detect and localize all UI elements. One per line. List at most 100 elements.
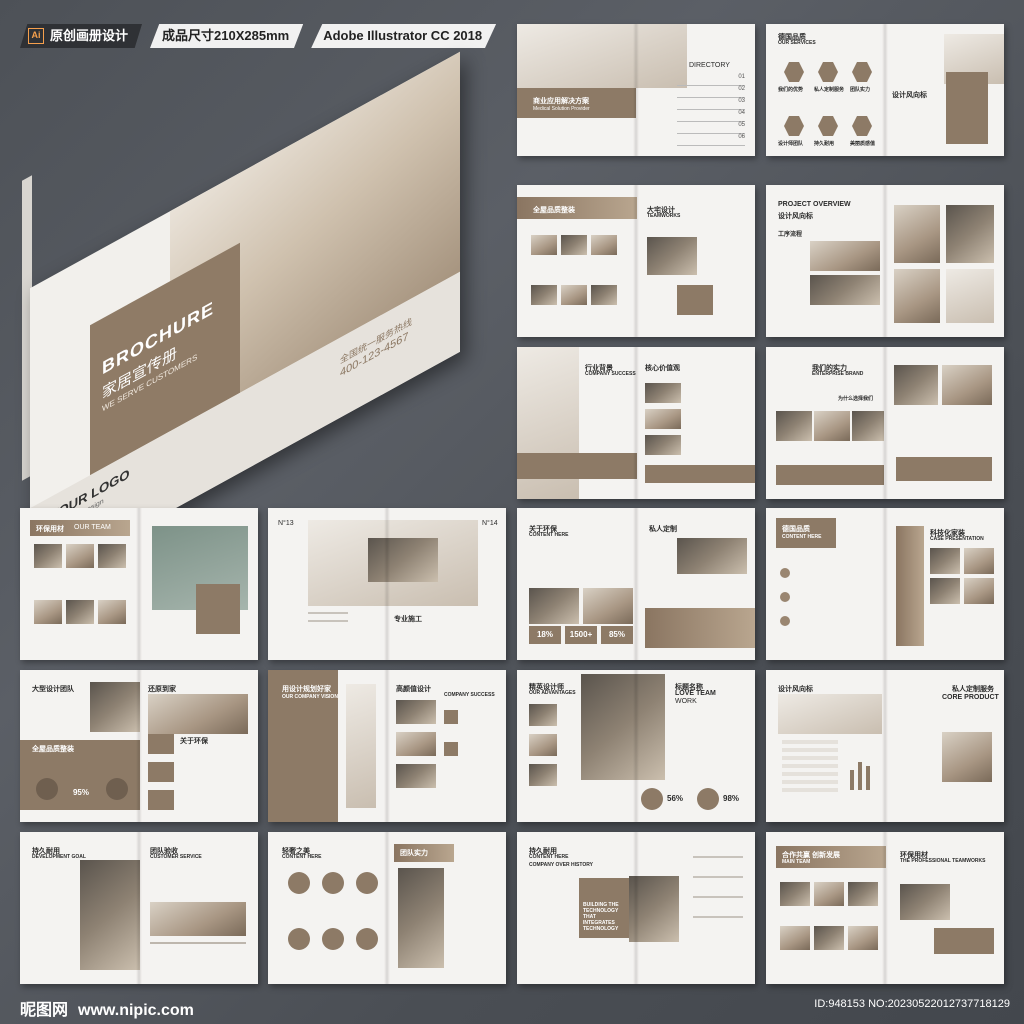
- spread-caption-en: Medical Solution Provider: [533, 106, 590, 112]
- thumb: [776, 411, 812, 441]
- text-line: [693, 856, 743, 858]
- spread-photo: [90, 682, 140, 732]
- icon-box: [444, 710, 458, 724]
- spread-photo: [148, 694, 248, 734]
- spread-project-overview: PROJECT OVERVIEW 设计风向标 工序流程: [766, 185, 1004, 337]
- spread-services: 德国品质 OUR SERVICES 我们的优势 私人定制服务 团队实力 设计师团…: [766, 24, 1004, 156]
- thumb: [964, 578, 994, 604]
- spread-heading-2: 设计风向标: [892, 92, 927, 99]
- circle-icon: [356, 928, 378, 950]
- illustrator-icon: Ai: [28, 28, 44, 44]
- circle-icon: [288, 872, 310, 894]
- spread-heading-en: COMPANY SUCCESS: [585, 371, 636, 377]
- hex-icon: [852, 116, 872, 136]
- directory-item: 05: [677, 122, 745, 134]
- thumb: [66, 600, 94, 624]
- thumb: [561, 235, 587, 255]
- directory-item: 03: [677, 98, 745, 110]
- thumb: [894, 365, 938, 405]
- thumb: [591, 235, 617, 255]
- hex-icon: [818, 116, 838, 136]
- spread-heading: 德国品质: [782, 526, 810, 533]
- spread-photo: [810, 241, 880, 271]
- thumb: [531, 235, 557, 255]
- spread-heading-en: OUR COMPANY VISION: [282, 694, 338, 700]
- spread-heading-2: 高颜值设计: [396, 686, 431, 693]
- stat-value: 56%: [667, 794, 684, 803]
- site-watermark: 昵图网 www.nipic.com: [20, 996, 194, 1020]
- spread-subheading: 为什么选择我们: [838, 396, 874, 402]
- thumb: [396, 764, 436, 788]
- thumb: [814, 411, 850, 441]
- spread-heading: 大型设计团队: [32, 686, 74, 693]
- bar: [858, 762, 862, 790]
- spread-heading-2-en: CORE PRODUCT: [942, 694, 999, 701]
- spread-directory: 商业应用解决方案 Medical Solution Provider DIREC…: [517, 24, 755, 156]
- spread-caption: 商业应用解决方案: [533, 98, 589, 105]
- spread-heading-en: OUR ADVANTAGES: [529, 690, 576, 696]
- bullet-icon: [780, 568, 790, 578]
- spread-brown-band: [896, 526, 924, 646]
- spread-caption: 专业施工: [394, 616, 422, 623]
- spread-photo: [517, 24, 687, 88]
- spread-heading: 设计风向标: [778, 686, 813, 693]
- stat-value: 1500+: [569, 630, 593, 639]
- image-id: ID:948153 NO:20230522012737718129: [814, 998, 1010, 1010]
- spread-heading: 环保用材: [36, 526, 64, 533]
- spread-brown-band: [645, 608, 755, 648]
- spread-photo: [894, 205, 940, 263]
- spread-strength: 我们的实力 ENTERPRISE BRAND 为什么选择我们: [766, 347, 1004, 499]
- circle-icon: [322, 928, 344, 950]
- directory-label: DIRECTORY: [689, 62, 730, 69]
- icon-label: 团队实力: [850, 87, 871, 93]
- site-url: www.nipic.com: [78, 1002, 194, 1019]
- spread-heading-en: OUR TEAM: [74, 524, 111, 531]
- spread-elite-designers: 精英设计师 OUR ADVANTAGES 标题名称 LOVE TEAM WORK…: [517, 670, 755, 822]
- spread-heading-2: 还原到家: [148, 686, 176, 693]
- thumb: [645, 435, 681, 455]
- spread-heading-4: 关于环保: [180, 738, 208, 745]
- data-table: [782, 740, 838, 792]
- spread-brown-band: [645, 465, 755, 483]
- directory-list: 01 02 03 04 05 06: [677, 74, 745, 146]
- spread-heading-en: CONTENT HERE: [782, 534, 822, 540]
- spread-german-quality: 德国品质 CONTENT HERE 科技化家装 CASE PRESENTATIO…: [766, 508, 1004, 660]
- thumb: [561, 285, 587, 305]
- spread-subheading: COMPANY OVER HISTORY: [529, 862, 593, 868]
- spread-heading-2-en: CUSTOMER SERVICE: [150, 854, 202, 860]
- thumb: [98, 600, 126, 624]
- spread-photo: [80, 860, 140, 970]
- icon-label: 美丽质感值: [850, 141, 876, 147]
- tag-original-design-label: 原创画册设计: [50, 28, 129, 43]
- spread-brown-block: [196, 584, 240, 634]
- spread-photo: [810, 275, 880, 305]
- divider: [150, 942, 246, 944]
- spread-about-eco: 关于环保 CONTENT HERE 18% 1500+ 85% 私人定制: [517, 508, 755, 660]
- spread-brown-band: [517, 453, 637, 479]
- spread-photo-wardrobe: [368, 538, 438, 582]
- directory-item: 01: [677, 74, 745, 86]
- site-name: 昵图网: [20, 1002, 69, 1019]
- spread-photo: [529, 588, 579, 624]
- thumb: [396, 700, 436, 724]
- spread-heading-en: CONTENT HERE: [282, 854, 322, 860]
- spread-photo: [778, 694, 882, 734]
- bar: [850, 770, 854, 790]
- spread-heading-en: ENTERPRISE BRAND: [812, 371, 864, 377]
- spread-company-vision: 用设计规划好家 OUR COMPANY VISION 高颜值设计 COMPANY…: [268, 670, 506, 822]
- spread-photo: [398, 868, 444, 968]
- circle-icon: [356, 872, 378, 894]
- bar: [866, 766, 870, 790]
- spread-brown-block: [677, 285, 713, 315]
- thumb: [396, 732, 436, 756]
- spread-heading: PROJECT OVERVIEW: [778, 201, 851, 208]
- spread-core-product: 设计风向标 私人定制服务 CORE PRODUCT: [766, 670, 1004, 822]
- stat-value: 85%: [608, 630, 625, 639]
- spread-history: 持久耐用 CONTENT HERE COMPANY OVER HISTORY B…: [517, 832, 755, 984]
- icon-box: [148, 790, 174, 810]
- icon-label: 私人定制服务: [814, 87, 845, 93]
- thumb: [852, 411, 884, 441]
- icon-box: [444, 742, 458, 756]
- directory-item: 06: [677, 134, 745, 146]
- directory-item: 04: [677, 110, 745, 122]
